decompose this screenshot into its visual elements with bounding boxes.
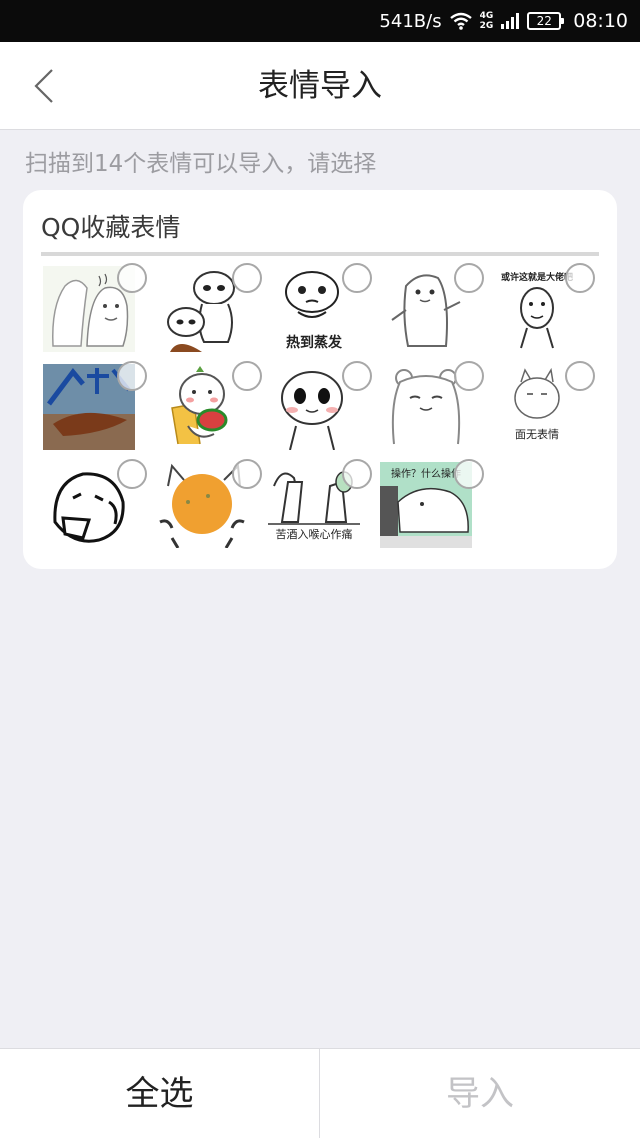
status-bar: 541B/s 4G 2G 22 08:10 <box>0 0 640 42</box>
select-checkbox[interactable] <box>454 459 484 489</box>
network-speed: 541B/s <box>379 10 442 32</box>
scan-hint: 扫描到14个表情可以导入，请选择 <box>25 151 377 177</box>
sticker-item[interactable]: 面无表情 <box>491 361 603 464</box>
sticker-caption: 苦酒入喉心作痛 <box>275 528 353 541</box>
clock: 08:10 <box>573 10 628 32</box>
page-title: 表情导入 <box>258 68 382 104</box>
select-checkbox[interactable] <box>117 459 147 489</box>
select-checkbox[interactable] <box>565 263 595 293</box>
select-all-button[interactable]: 全选 <box>0 1049 320 1138</box>
sticker-item[interactable] <box>158 361 270 464</box>
select-checkbox[interactable] <box>565 361 595 391</box>
sticker-item[interactable] <box>158 459 270 562</box>
nav-bar: 表情导入 <box>0 42 640 130</box>
signal-icon <box>501 13 520 29</box>
battery-icon: 22 <box>527 12 565 30</box>
bottom-action-bar: 全选 导入 <box>0 1048 640 1138</box>
sticker-caption: 面无表情 <box>515 428 559 441</box>
sticker-item[interactable]: 操作？什么操作 <box>380 459 492 562</box>
sticker-item[interactable]: 热到蒸发 <box>268 263 380 366</box>
sticker-item[interactable] <box>43 459 155 562</box>
select-checkbox[interactable] <box>117 361 147 391</box>
select-checkbox[interactable] <box>232 263 262 293</box>
group-title: QQ收藏表情 <box>41 213 181 242</box>
select-checkbox[interactable] <box>117 263 147 293</box>
import-button[interactable]: 导入 <box>320 1049 640 1138</box>
select-checkbox[interactable] <box>232 459 262 489</box>
select-checkbox[interactable] <box>232 361 262 391</box>
sticker-item[interactable] <box>380 263 492 366</box>
select-checkbox[interactable] <box>342 361 372 391</box>
sticker-item[interactable]: 或许这就是大佬吧 <box>491 263 603 366</box>
sticker-item[interactable]: 苦酒入喉心作痛 <box>268 459 380 562</box>
sticker-item[interactable] <box>158 263 270 366</box>
sticker-item[interactable] <box>268 361 380 464</box>
sticker-item[interactable] <box>380 361 492 464</box>
sticker-caption: 热到蒸发 <box>286 335 342 351</box>
select-checkbox[interactable] <box>454 361 484 391</box>
select-checkbox[interactable] <box>454 263 484 293</box>
select-checkbox[interactable] <box>342 263 372 293</box>
wifi-icon <box>449 12 472 30</box>
sticker-group-card: QQ收藏表情 热到蒸发 或许这就是大佬吧 面无表情 苦酒入喉心作痛 操作？什么操… <box>23 190 617 569</box>
divider <box>41 252 599 256</box>
sticker-item[interactable] <box>43 263 155 366</box>
select-checkbox[interactable] <box>342 459 372 489</box>
network-type-icon: 4G 2G <box>479 10 494 31</box>
sticker-item[interactable] <box>43 361 155 464</box>
